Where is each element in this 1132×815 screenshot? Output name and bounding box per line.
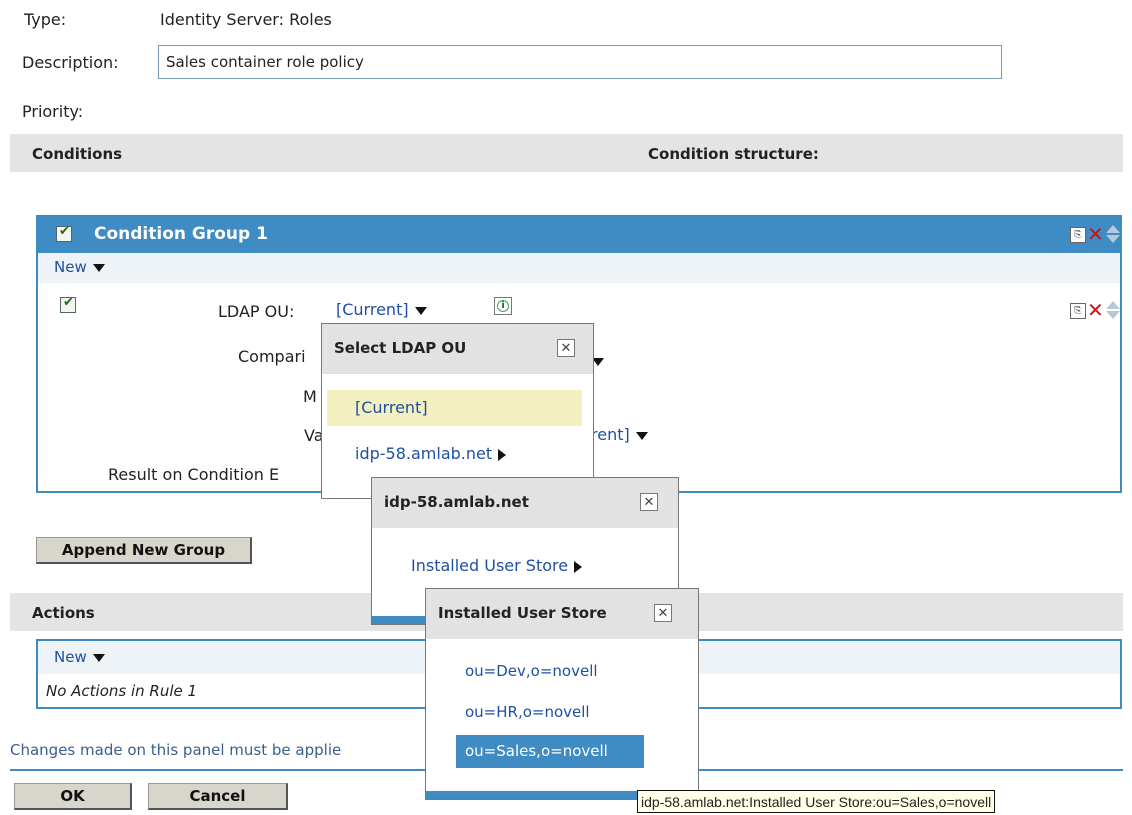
- host-item-user-store-label: Installed User Store: [411, 556, 569, 575]
- comparison-label: Compari: [238, 347, 306, 366]
- ldap-item-host-label: idp-58.amlab.net: [355, 444, 493, 463]
- ldap-ou-value: [Current]: [336, 300, 409, 319]
- condition-enable-checkbox[interactable]: ✔: [60, 295, 76, 313]
- copy-icon[interactable]: ⎘: [1070, 303, 1086, 319]
- value-selector[interactable]: rent]: [591, 425, 648, 444]
- popup-header: Installed User Store ✕: [426, 589, 698, 639]
- group-enable-checkbox[interactable]: ✔: [56, 224, 72, 242]
- priority-label: Priority:: [22, 102, 84, 121]
- type-value: Identity Server: Roles: [160, 10, 332, 29]
- description-field[interactable]: [158, 45, 1002, 79]
- group-new-menu[interactable]: New: [54, 258, 105, 276]
- ok-button[interactable]: OK: [14, 783, 132, 810]
- ldap-ou-selector[interactable]: [Current]: [336, 300, 427, 319]
- host-item-user-store[interactable]: Installed User Store: [411, 556, 583, 575]
- close-icon[interactable]: ✕: [557, 339, 575, 357]
- delete-icon[interactable]: ✕: [1087, 300, 1104, 320]
- store-item-hr[interactable]: ou=HR,o=novell: [465, 703, 590, 721]
- condition-tools: ⎘ ✕: [1070, 300, 1122, 321]
- append-new-group-button[interactable]: Append New Group: [36, 537, 252, 564]
- cancel-button[interactable]: Cancel: [148, 783, 288, 810]
- store-item-sales-label: ou=Sales,o=novell: [465, 742, 608, 760]
- mode-label: M: [303, 387, 317, 406]
- check-icon: ✔: [59, 224, 70, 239]
- footer-note: Changes made on this panel must be appli…: [10, 741, 342, 759]
- ldap-item-current[interactable]: [Current]: [327, 390, 582, 426]
- ldap-ou-label: LDAP OU:: [218, 302, 295, 321]
- info-icon[interactable]: i: [494, 297, 512, 315]
- actions-new-label: New: [54, 648, 87, 666]
- popup-title: Installed User Store: [438, 604, 607, 622]
- check-icon: ✔: [63, 295, 74, 310]
- group-new-label: New: [54, 258, 87, 276]
- condition-group-header: ✔ Condition Group 1 ⎘ ✕: [38, 217, 1120, 253]
- delete-icon[interactable]: ✕: [1087, 224, 1104, 244]
- ldap-item-current-label: [Current]: [355, 398, 428, 417]
- conditions-section-bar: Conditions Condition structure:: [10, 134, 1123, 172]
- select-ldap-ou-popup: Select LDAP OU ✕ [Current] idp-58.amlab.…: [321, 323, 594, 499]
- installed-user-store-popup: Installed User Store ✕ ou=Dev,o=novell o…: [425, 588, 699, 800]
- store-item-sales[interactable]: ou=Sales,o=novell: [456, 735, 644, 768]
- group-toolbar: New: [38, 253, 1120, 283]
- chevron-down-icon: [414, 306, 427, 315]
- chevron-down-icon: [92, 263, 105, 272]
- store-item-dev[interactable]: ou=Dev,o=novell: [465, 662, 598, 680]
- popup-title: idp-58.amlab.net: [384, 493, 529, 511]
- type-label: Type:: [24, 10, 67, 29]
- description-label: Description:: [22, 53, 119, 72]
- copy-icon[interactable]: ⎘: [1070, 227, 1086, 243]
- close-icon[interactable]: ✕: [654, 604, 672, 622]
- popup-header: Select LDAP OU ✕: [322, 324, 593, 374]
- up-down-icon[interactable]: [1106, 301, 1120, 319]
- result-label: Result on Condition E: [108, 465, 280, 484]
- popup-title: Select LDAP OU: [334, 339, 467, 357]
- chevron-down-icon: [635, 431, 648, 440]
- selection-tooltip: idp-58.amlab.net:Installed User Store:ou…: [637, 790, 996, 813]
- group-tools: ⎘ ✕: [1070, 224, 1122, 245]
- no-actions-text: No Actions in Rule 1: [46, 682, 198, 700]
- actions-title: Actions: [32, 604, 95, 622]
- chevron-right-icon: [498, 448, 507, 461]
- up-down-icon[interactable]: [1106, 225, 1120, 243]
- value-selector-text: rent]: [591, 425, 630, 444]
- ldap-item-host[interactable]: idp-58.amlab.net: [355, 444, 507, 463]
- condition-group-title: Condition Group 1: [94, 224, 268, 244]
- popup-header: idp-58.amlab.net ✕: [372, 478, 678, 528]
- condition-structure-label: Condition structure:: [648, 145, 819, 163]
- chevron-down-icon: [92, 653, 105, 662]
- actions-new-menu[interactable]: New: [54, 648, 105, 666]
- close-icon[interactable]: ✕: [640, 493, 658, 511]
- chevron-right-icon: [574, 560, 583, 573]
- conditions-title: Conditions: [32, 145, 123, 163]
